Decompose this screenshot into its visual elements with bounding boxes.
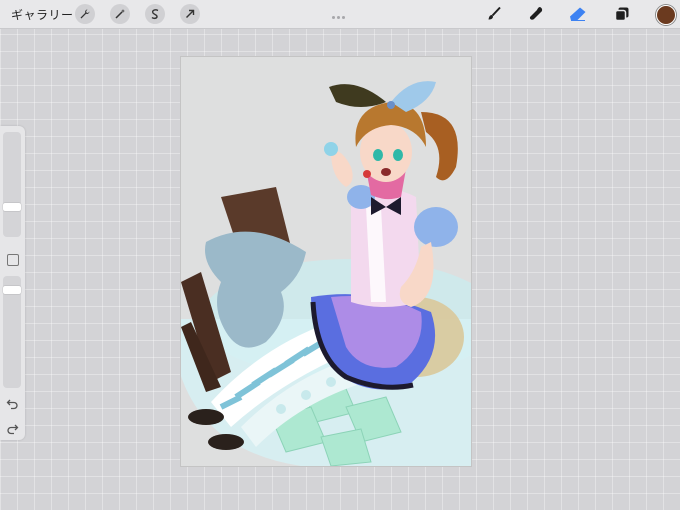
artwork-illustration	[181, 57, 471, 466]
right-sleeve	[414, 207, 458, 247]
wrist-cuff	[324, 142, 338, 156]
smudge-icon[interactable]	[526, 4, 546, 24]
redo-icon[interactable]	[6, 422, 19, 435]
layers-icon[interactable]	[612, 4, 632, 24]
brush-size-slider[interactable]	[3, 132, 21, 237]
opacity-thumb[interactable]	[3, 286, 21, 294]
smudge-icon-glyph	[529, 7, 543, 20]
current-color-swatch[interactable]	[656, 5, 676, 25]
brush-icon-glyph	[488, 6, 501, 20]
eraser-icon-glyph	[570, 7, 586, 21]
gallery-button[interactable]: ギャラリー	[11, 6, 74, 23]
grabber-handle[interactable]	[331, 6, 349, 19]
magic-wand-icon[interactable]	[110, 4, 130, 24]
right-eye	[393, 149, 403, 161]
color-modify-square[interactable]	[7, 254, 19, 266]
mouth	[381, 168, 391, 176]
left-eye	[373, 149, 383, 161]
drawing-canvas[interactable]	[180, 56, 472, 467]
magic-wand-icon-glyph	[115, 9, 125, 19]
selection-s-icon-glyph	[151, 9, 159, 20]
candy	[363, 170, 371, 178]
brush-icon[interactable]	[484, 4, 504, 24]
left-sidebar	[0, 126, 25, 440]
undo-icon[interactable]	[6, 397, 19, 410]
top-toolbar: ギャラリー	[0, 0, 680, 29]
arrow-icon-glyph	[186, 9, 195, 18]
selection-s-icon[interactable]	[145, 4, 165, 24]
layers-icon-glyph	[614, 7, 629, 22]
eraser-icon[interactable]	[568, 4, 588, 24]
wrench-icon[interactable]	[75, 4, 95, 24]
wrench-icon-glyph	[80, 9, 90, 19]
arrow-icon[interactable]	[180, 4, 200, 24]
ribbon-knot	[387, 101, 395, 109]
brush-size-thumb[interactable]	[3, 203, 21, 211]
